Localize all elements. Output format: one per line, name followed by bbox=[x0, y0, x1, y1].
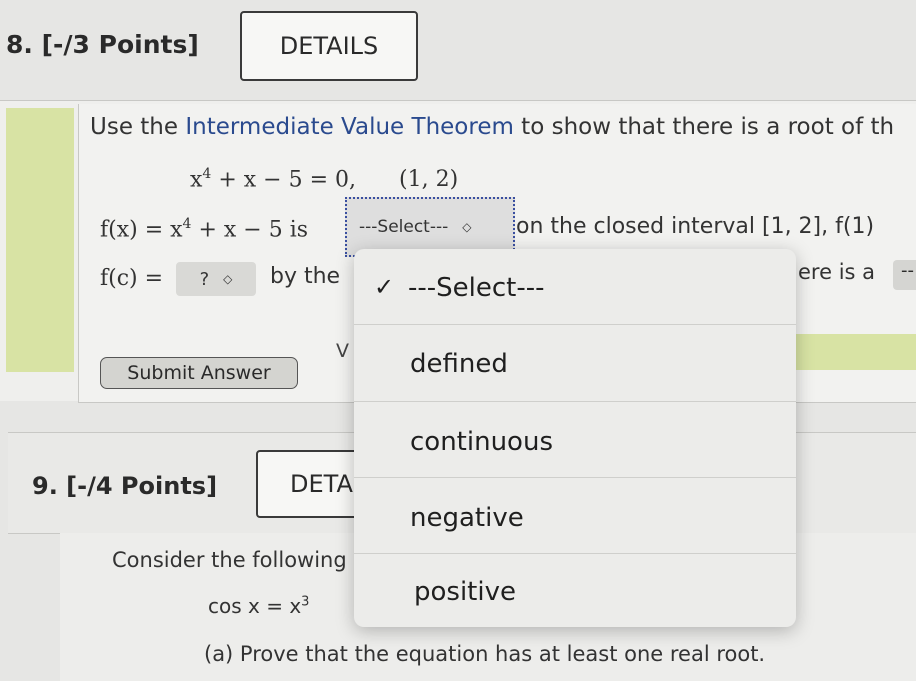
select-property-value: ---Select--- bbox=[359, 217, 449, 237]
dropdown-divider bbox=[354, 401, 796, 402]
dropdown-divider bbox=[354, 477, 796, 478]
chevron-updown-icon: ◇ bbox=[462, 220, 472, 234]
q9-consider: Consider the following bbox=[112, 548, 347, 572]
q8-details-label: DETAILS bbox=[279, 32, 379, 60]
submit-answer-button[interactable]: Submit Answer bbox=[100, 357, 298, 389]
q8-fragment: V bbox=[336, 340, 349, 362]
select-fc-value: ? bbox=[199, 268, 210, 290]
q8-left-accent bbox=[6, 108, 74, 372]
q8-title: 8. [-/3 Points] bbox=[6, 30, 199, 59]
q8-trailing-text: ere is a bbox=[798, 260, 876, 284]
q8-fc-label: f(c) = bbox=[100, 266, 164, 291]
q8-by-the: by the bbox=[270, 264, 341, 289]
q9-equation: cos x = x3 bbox=[208, 594, 310, 618]
q8-prompt: Use the Intermediate Value Theorem to sh… bbox=[90, 114, 895, 140]
q8-trailing-select[interactable]: -- bbox=[893, 260, 916, 290]
select-dropdown-menu: ✓ ---Select--- defined continuous negati… bbox=[354, 249, 796, 627]
chevron-updown-icon: ◇ bbox=[223, 272, 233, 286]
q8-fx-line: f(x) = x4 + x − 5 is bbox=[100, 216, 309, 243]
q8-interval-text: on the closed interval [1, 2], f(1) bbox=[516, 214, 875, 239]
dropdown-divider bbox=[354, 553, 796, 554]
q8-details-button[interactable]: DETAILS bbox=[240, 11, 418, 81]
q8-right-accent bbox=[796, 334, 916, 370]
select-fc[interactable]: ? ◇ bbox=[176, 262, 256, 296]
check-icon: ✓ bbox=[374, 273, 395, 301]
q8-interval: (1, 2) bbox=[399, 167, 459, 193]
q9-title: 9. [-/4 Points] bbox=[32, 472, 218, 500]
select-property[interactable]: ---Select--- ◇ bbox=[345, 197, 515, 257]
q8-equation: x4 + x − 5 = 0, (1, 2) bbox=[190, 166, 459, 193]
dropdown-divider bbox=[354, 324, 796, 325]
q9-part-a: (a) Prove that the equation has at least… bbox=[204, 642, 766, 666]
theorem-link: Intermediate Value Theorem bbox=[185, 114, 514, 140]
